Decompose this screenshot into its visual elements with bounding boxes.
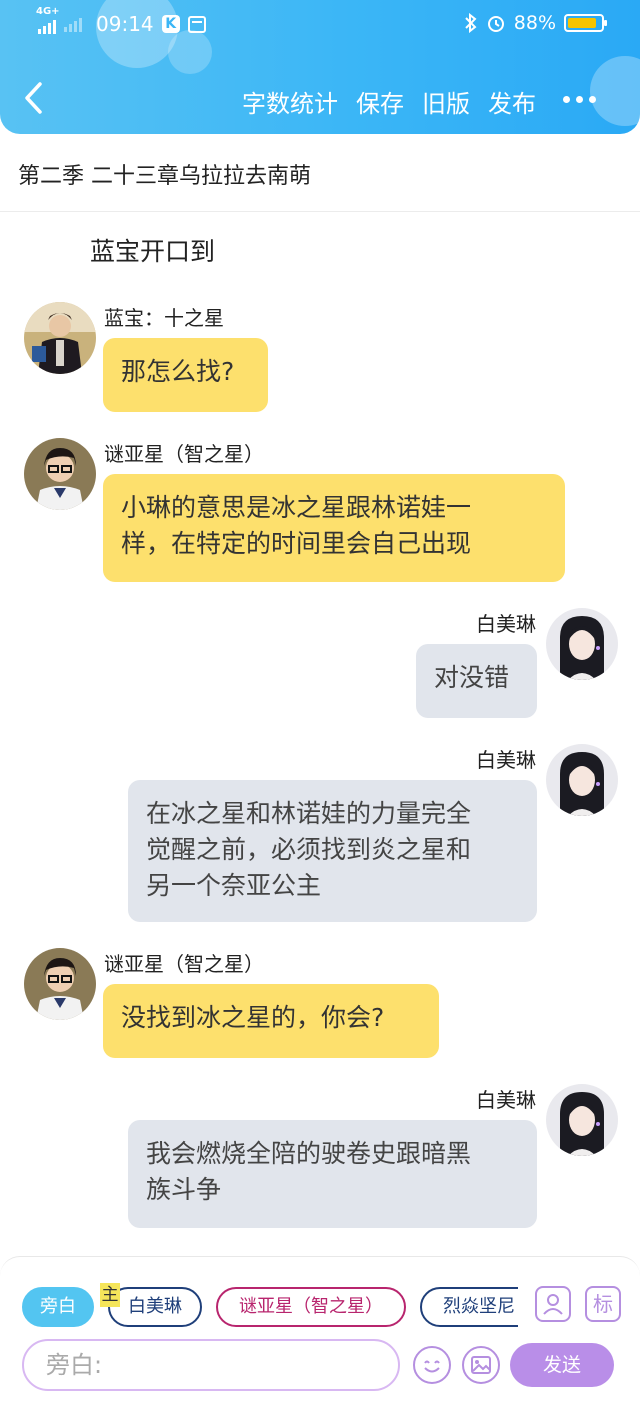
speaker-name: 白美琳 (476, 612, 536, 636)
back-button[interactable] (22, 80, 44, 116)
message-input[interactable]: 旁白: (22, 1339, 400, 1391)
battery-percent: 88% (513, 12, 556, 34)
message-line: 小琳的意思是冰之星跟林诺娃一 (121, 493, 472, 522)
speaker-name: 谜亚星（智之星） (104, 442, 264, 466)
role-chip-miyaxing[interactable]: 谜亚星（智之星） (216, 1287, 406, 1327)
emoji-button[interactable] (413, 1346, 451, 1384)
alarm-icon (487, 16, 504, 32)
narration-text: 蓝宝开口到 (90, 237, 216, 266)
clock: 09:14 (96, 12, 154, 36)
message-line: 族斗争 (146, 1175, 222, 1204)
emoji-icon (424, 1360, 440, 1373)
speaker-name: 白美琳 (476, 1088, 536, 1112)
message-bubble[interactable]: 那怎么找? (103, 338, 268, 412)
role-selector: 旁白 白美琳 谜亚星（智之星） 烈焱坚尼 (22, 1287, 518, 1327)
chapter-title[interactable]: 第二季 二十三章乌拉拉去南萌 (0, 134, 640, 212)
message-line: 另一个奈亚公主 (146, 871, 322, 900)
composer-panel: 旁白 白美琳 谜亚星（智之星） 烈焱坚尼 标 旁白: 发送 (0, 1256, 640, 1427)
calendar-icon (187, 15, 206, 33)
image-icon (471, 1356, 491, 1374)
cellular-signal-icon: 4G+ (36, 6, 60, 34)
old-version-button[interactable]: 旧版 (422, 84, 470, 119)
avatar-baimeilin[interactable] (546, 608, 618, 680)
main-role-tag: 主 (100, 1283, 120, 1307)
role-chip-narrator[interactable]: 旁白 (22, 1287, 94, 1327)
save-button[interactable]: 保存 (356, 84, 404, 119)
word-count-button[interactable]: 字数统计 (242, 84, 338, 119)
message-bubble[interactable]: 在冰之星和林诺娃的力量完全 觉醒之前，必须找到炎之星和 另一个奈亚公主 (128, 780, 537, 922)
message-bubble[interactable]: 我会燃烧全陪的驶卷史跟暗黑 族斗争 (128, 1120, 537, 1228)
avatar-lanbao[interactable] (24, 302, 96, 374)
nav-bar: 字数统计 保存 旧版 发布 (0, 78, 640, 122)
publish-button[interactable]: 发布 (488, 84, 536, 119)
message-line: 我会燃烧全陪的驶卷史跟暗黑 (146, 1139, 472, 1168)
speaker-name: 白美琳 (476, 748, 536, 772)
avatar-miyaxing[interactable] (24, 438, 96, 510)
message-line: 样，在特定的时间里会自己出现 (121, 529, 472, 558)
role-chip-lieyanjianni[interactable]: 烈焱坚尼 (420, 1287, 518, 1327)
bluetooth-icon (465, 13, 477, 33)
message-line: 在冰之星和林诺娃的力量完全 (146, 799, 472, 828)
network-type: 4G+ (36, 6, 60, 17)
role-chip-baimeilin[interactable]: 白美琳 (108, 1287, 202, 1327)
avatar-miyaxing[interactable] (24, 948, 96, 1020)
speaker-name: 谜亚星（智之星） (104, 952, 264, 976)
battery-icon (564, 14, 607, 32)
character-manage-button[interactable] (535, 1286, 571, 1322)
send-button[interactable]: 发送 (510, 1343, 614, 1387)
back-arrow-icon (25, 82, 42, 114)
top-header: 4G+ 09:14 K 88% 字数统计 保存 旧版 发布 (0, 0, 640, 134)
secondary-signal-icon (64, 16, 82, 32)
person-icon (543, 1294, 563, 1315)
message-bubble[interactable]: 没找到冰之星的，你会? (103, 984, 439, 1058)
more-options-icon[interactable] (563, 96, 596, 103)
speaker-name: 蓝宝：十之星 (104, 306, 224, 330)
message-line: 觉醒之前，必须找到炎之星和 (146, 835, 472, 864)
message-bubble[interactable]: 对没错 (416, 644, 537, 718)
message-bubble[interactable]: 小琳的意思是冰之星跟林诺娃一 样，在特定的时间里会自己出现 (103, 474, 565, 582)
avatar-baimeilin[interactable] (546, 1084, 618, 1156)
avatar-baimeilin[interactable] (546, 744, 618, 816)
image-button[interactable] (462, 1346, 500, 1384)
k-app-icon: K (161, 15, 180, 33)
mark-button[interactable]: 标 (585, 1286, 621, 1322)
status-bar: 4G+ 09:14 K 88% (0, 6, 640, 44)
